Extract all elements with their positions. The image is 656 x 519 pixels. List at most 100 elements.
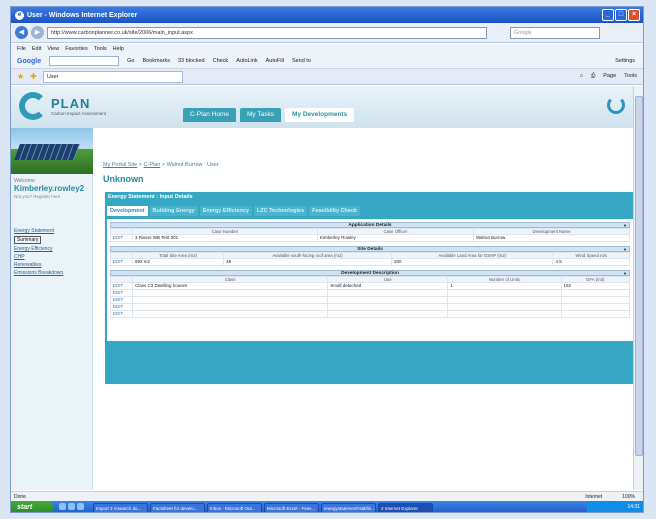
menu-tools[interactable]: Tools <box>94 44 107 54</box>
edit-link[interactable]: EDIT <box>110 282 133 290</box>
browser-tab[interactable]: User <box>42 70 183 83</box>
menu-file[interactable]: File <box>17 44 26 54</box>
taskbar-item[interactable]: Import 3 research do... <box>93 502 148 512</box>
panel-tabs: Development Building Energy Energy Effic… <box>105 206 635 216</box>
tools-menu[interactable]: Tools <box>624 73 637 80</box>
table-cell <box>327 303 449 311</box>
popup-blocked-button[interactable]: 33 blocked <box>178 58 205 64</box>
sidebar-item-chp[interactable]: CHP <box>14 254 89 260</box>
section-header[interactable]: Application Details ▼ <box>110 222 630 228</box>
check-button[interactable]: Check <box>213 58 229 64</box>
table-cell <box>560 289 630 297</box>
browser-window: e User - Windows Internet Explorer _ □ ×… <box>10 6 644 513</box>
bookmarks-button[interactable]: Bookmarks <box>142 58 170 64</box>
menu-edit[interactable]: Edit <box>32 44 41 54</box>
quick-launch-icon[interactable] <box>68 503 75 510</box>
taskbar-item[interactable]: Factsheet for develo... <box>150 502 205 512</box>
tab-bar: ★ ✚ User ⌂ ⎙ Page Tools <box>11 69 643 85</box>
tab-my-tasks[interactable]: My Tasks <box>240 108 281 122</box>
breadcrumb-current: Walnut Burrow : User <box>166 162 219 168</box>
sidebar-item-summary[interactable]: Summary <box>14 236 42 244</box>
add-favorite-icon[interactable]: ✚ <box>30 72 37 81</box>
taskbar-item[interactable]: energystatement%5bfin... <box>321 502 376 512</box>
tab-feasibility-check[interactable]: Feasibility Check <box>309 206 361 216</box>
start-button[interactable]: start <box>11 501 53 512</box>
breadcrumb-portal[interactable]: My Portal Site <box>103 162 137 168</box>
close-button[interactable]: × <box>628 9 640 21</box>
collapse-icon[interactable]: ▼ <box>623 247 627 252</box>
send-to-button[interactable]: Send to <box>292 58 311 64</box>
print-icon[interactable]: ⎙ <box>591 73 595 80</box>
edit-link[interactable]: EDIT <box>110 258 133 266</box>
menu-favorites[interactable]: Favorites <box>65 44 88 54</box>
home-icon[interactable]: ⌂ <box>580 73 583 80</box>
minimize-button[interactable]: _ <box>602 9 614 21</box>
tab-energy-efficiency[interactable]: Energy Efficiency <box>199 206 252 216</box>
breadcrumb-cplan[interactable]: C-Plan <box>144 162 161 168</box>
edit-link[interactable]: EDIT <box>110 289 133 297</box>
edit-link[interactable]: EDIT <box>110 303 133 311</box>
quick-launch-icon[interactable] <box>77 503 84 510</box>
favorites-star-icon[interactable]: ★ <box>17 72 24 81</box>
tab-development[interactable]: Development <box>107 206 148 216</box>
taskbar-item[interactable]: 2 Internet Explorer <box>378 502 433 512</box>
edit-link[interactable]: EDIT <box>110 234 133 242</box>
sidebar-item-renewables[interactable]: Renewables <box>14 262 89 268</box>
table-row: EDIT Class C3 Dwelling houses Small deta… <box>110 282 630 290</box>
table-cell: Small detached <box>327 282 449 290</box>
address-bar: ◀ ▶ http://www.carbonplanner.co.uk/site/… <box>11 23 643 43</box>
collapse-icon[interactable]: ▼ <box>623 223 627 228</box>
page-menu[interactable]: Page <box>603 73 616 80</box>
zoom-level[interactable]: 100% <box>622 492 635 501</box>
google-search-input[interactable] <box>49 56 120 66</box>
sidebar-item-emissions-breakdown[interactable]: Emissions Breakdown <box>14 270 89 276</box>
scrollbar-thumb[interactable] <box>635 96 643 456</box>
search-input[interactable]: Google <box>510 26 600 39</box>
not-you-link[interactable]: Not you? Register here <box>11 193 92 200</box>
application-details-section: Application Details ▼ Case Number Case Of… <box>110 222 631 242</box>
autolink-button[interactable]: AutoLink <box>236 58 257 64</box>
sidebar-item-energy-efficiency[interactable]: Energy Efficiency <box>14 246 89 252</box>
window-title: User - Windows Internet Explorer <box>27 11 138 19</box>
table-cell <box>560 296 630 304</box>
tab-my-developments[interactable]: My Developments <box>284 108 355 122</box>
menu-view[interactable]: View <box>47 44 59 54</box>
input-panel: Energy Statement : Input Details Develop… <box>105 192 635 384</box>
development-table: Class Use Number of Units GFA (m2) EDIT … <box>110 276 630 318</box>
forward-button[interactable]: ▶ <box>31 26 44 39</box>
url-input[interactable]: http://www.carbonplanner.co.uk/site/2006… <box>47 26 487 39</box>
google-logo: Google <box>17 57 42 65</box>
title-bar: e User - Windows Internet Explorer _ □ × <box>11 7 643 23</box>
collapse-icon[interactable]: ▼ <box>623 271 627 276</box>
back-button[interactable]: ◀ <box>15 26 28 39</box>
taskbar-item[interactable]: Microsoft Excel - Fees... <box>264 502 319 512</box>
table-row: EDIT <box>110 310 630 318</box>
sidebar-item-energy-statement[interactable]: Energy Statement <box>14 228 89 234</box>
menu-help[interactable]: Help <box>113 44 124 54</box>
quick-launch <box>59 503 87 512</box>
edit-link[interactable]: EDIT <box>110 310 133 318</box>
solar-panel-image <box>11 128 93 174</box>
section-header[interactable]: Site Details ▼ <box>110 246 630 252</box>
quick-launch-icon[interactable] <box>59 503 66 510</box>
autofill-button[interactable]: AutoFill <box>266 58 284 64</box>
section-header[interactable]: Development Description ▼ <box>110 270 630 276</box>
taskbar-item[interactable]: Inbox - Microsoft Out... <box>207 502 262 512</box>
logo-c-icon <box>19 92 47 120</box>
table-cell <box>131 303 329 311</box>
status-bar: Done Internet 100% <box>11 491 643 501</box>
tab-building-energy[interactable]: Building Energy <box>149 206 198 216</box>
maximize-button[interactable]: □ <box>615 9 627 21</box>
edit-link[interactable]: EDIT <box>110 296 133 304</box>
table-cell: 45 <box>223 258 392 266</box>
tab-lzc-technologies[interactable]: LZC Technologies <box>253 206 308 216</box>
table-cell <box>327 296 449 304</box>
vertical-scrollbar[interactable] <box>633 86 643 490</box>
development-name: Walnut Burrow <box>472 234 631 242</box>
table-cell <box>447 303 562 311</box>
site-details-table: Total Site Area (m2) Available south-fac… <box>110 252 630 266</box>
tab-cplan-home[interactable]: C-Plan Home <box>183 108 237 122</box>
settings-button[interactable]: Settings <box>615 58 635 64</box>
google-go-button[interactable]: Go <box>127 58 134 64</box>
ie-icon: e <box>15 10 24 20</box>
